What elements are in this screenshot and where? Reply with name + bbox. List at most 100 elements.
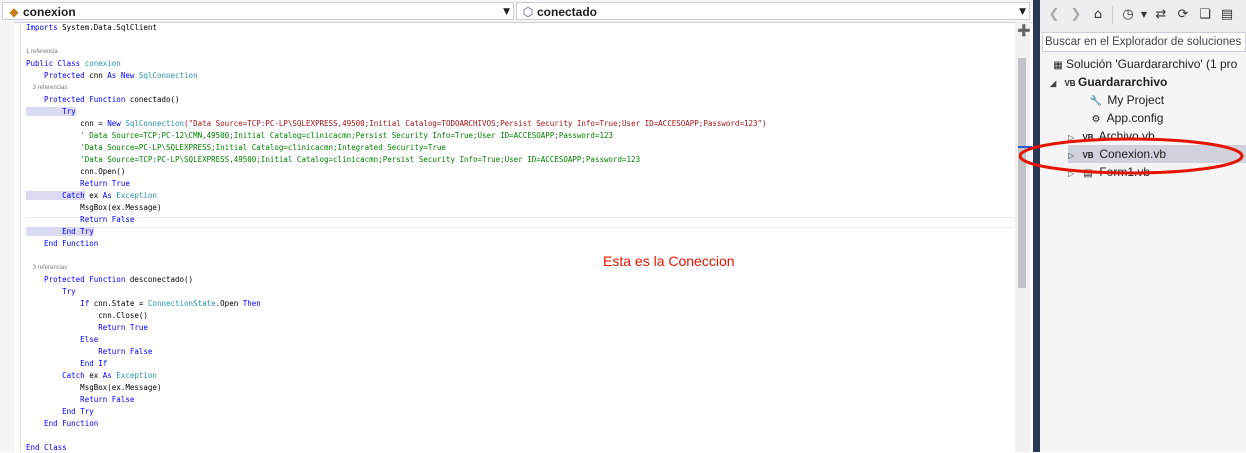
code-line: Public Class conexion <box>26 59 121 69</box>
code-token: ex <box>89 191 99 200</box>
code-line: Try <box>26 107 76 117</box>
code-token: Exception <box>116 191 157 200</box>
tree-node-project[interactable]: ◢ VB Guardararchivo <box>1050 73 1246 91</box>
home-icon[interactable]: ⌂ <box>1090 6 1106 24</box>
code-token: Protected Function <box>26 275 126 284</box>
forward-icon[interactable]: ❯ <box>1068 6 1084 24</box>
collapsed-arrow-icon[interactable]: ▷ <box>1068 165 1080 183</box>
code-token: End If <box>26 359 108 368</box>
method-dropdown[interactable]: ⬡ conectado ▼ <box>516 2 1030 20</box>
code-token: New <box>107 119 121 128</box>
code-line: Protected cnn As New SqlConnection <box>26 71 198 81</box>
code-token: End Function <box>26 419 99 428</box>
code-line: Return False <box>26 347 152 357</box>
vb-project-icon: VB <box>1064 79 1076 88</box>
code-token: End Try <box>26 227 94 236</box>
code-token: Return True <box>26 323 148 332</box>
code-token: conexion <box>84 59 121 68</box>
tree-node-solution[interactable]: ▦ Solución 'Guardararchivo' (1 pro <box>1050 55 1246 73</box>
code-token: Imports <box>26 23 58 32</box>
back-icon[interactable]: ❮ <box>1046 6 1062 24</box>
code-line: If cnn.State = ConnectionState.Open Then <box>26 299 261 309</box>
tree-node-conexion[interactable]: ▷ VB Conexion.vb <box>1068 145 1246 163</box>
code-line: Protected Function conectado() <box>26 95 179 105</box>
history-icon[interactable]: ◷ <box>1120 6 1136 24</box>
code-token: Return False <box>26 395 135 404</box>
navigation-bar: ◆ conexion ▼ ⬡ conectado ▼ <box>0 0 1033 23</box>
code-token: ConnectionState <box>147 299 216 308</box>
panel-divider[interactable] <box>1033 0 1040 452</box>
code-token: Try <box>26 107 76 116</box>
show-all-files-icon[interactable]: ▤ <box>1219 6 1235 24</box>
expanded-arrow-icon[interactable]: ◢ <box>1050 75 1062 93</box>
code-token: Return True <box>26 179 130 188</box>
code-line: Return True <box>26 323 148 333</box>
code-line: Return False <box>26 395 134 405</box>
code-token: Return False <box>26 347 153 356</box>
refresh-icon[interactable]: ⟳ <box>1175 6 1191 24</box>
code-token: System.Data.SqlClient <box>62 23 157 32</box>
method-icon: ⬡ <box>522 5 534 19</box>
code-token: cnn.Open() <box>26 167 126 176</box>
code-line: MsgBox(ex.Message) <box>26 383 161 393</box>
code-token: MsgBox(ex.Message) <box>26 383 162 392</box>
code-token: As <box>102 371 112 380</box>
code-line: End Function <box>26 239 98 249</box>
chevron-down-icon: ▼ <box>503 7 510 17</box>
code-token: End Try <box>26 407 94 416</box>
code-token: ex <box>89 371 99 380</box>
sync-icon[interactable]: ⇄ <box>1153 6 1169 24</box>
solution-search-input[interactable]: Buscar en el Explorador de soluciones <box>1042 32 1246 52</box>
code-line: Return True <box>26 179 130 189</box>
code-token: cnn = <box>26 119 108 128</box>
scrollbar-thumb[interactable] <box>1018 58 1026 288</box>
code-token: Try <box>26 287 76 296</box>
code-token: Return False <box>26 215 135 224</box>
code-line: Else <box>26 335 98 345</box>
code-line: End Try <box>26 407 94 417</box>
chevron-down-icon: ▼ <box>1019 7 1026 17</box>
code-line: ' Data Source=TCP:PC-12\CMN,49500;Initia… <box>26 131 613 141</box>
code-token: As <box>102 191 112 200</box>
code-line: End Function <box>26 419 98 429</box>
codelens-references: 3 referencias <box>26 85 68 91</box>
code-token: Protected Function <box>26 95 126 104</box>
code-line: cnn = New SqlConnection("Data Source=TCP… <box>26 119 767 129</box>
code-token: Protected <box>26 71 85 80</box>
tree-node-my-project[interactable]: 🔧 My Project <box>1088 91 1246 109</box>
code-token: cnn <box>89 71 103 80</box>
codelens-references: 3 referencias <box>26 265 68 271</box>
class-dropdown-label: conexion <box>23 5 76 19</box>
split-window-icon[interactable]: ➕ <box>1017 24 1031 38</box>
code-line: Imports System.Data.SqlClient <box>26 23 157 33</box>
code-line: Catch ex As Exception <box>26 371 157 381</box>
tree-node-archivo[interactable]: ▷ VB Archivo.vb <box>1068 127 1246 145</box>
code-token: ("Data Source=TCP:PC-LP\SQLEXPRESS,49500… <box>184 119 767 128</box>
annotation-text: Esta es la Coneccion <box>603 253 735 269</box>
current-line-highlight <box>24 217 1014 228</box>
code-token: cnn.Close() <box>26 311 148 320</box>
code-token: Else <box>26 335 99 344</box>
code-token: Exception <box>116 371 157 380</box>
code-token: MsgBox(ex.Message) <box>26 203 162 212</box>
code-line: Protected Function desconectado() <box>26 275 193 285</box>
collapse-all-icon[interactable]: ❏ <box>1197 6 1213 24</box>
code-token: SqlConnection <box>138 71 198 80</box>
chevron-down-icon[interactable]: ▼ <box>1136 6 1152 24</box>
code-line: cnn.Open() <box>26 167 125 177</box>
code-token: 'Data Source=TCP:PC-LP\SQLEXPRESS,49500;… <box>26 155 641 164</box>
code-line: cnn.Close() <box>26 311 148 321</box>
code-token: Catch <box>26 191 85 200</box>
method-dropdown-label: conectado <box>537 5 598 19</box>
tree-node-app-config[interactable]: ⚙ App.config <box>1088 109 1246 127</box>
solution-explorer-toolbar: ❮ ❯ ⌂ ◷ ▼ ⇄ ⟳ ❏ ▤ <box>1040 0 1246 32</box>
toolbar-separator <box>1112 6 1113 24</box>
code-editor: ◆ conexion ▼ ⬡ conectado ▼ Imports Syste… <box>0 0 1033 452</box>
code-token: SqlConnection <box>125 119 185 128</box>
tree-node-form1[interactable]: ▷ ▤ Form1.vb <box>1068 163 1246 181</box>
code-line: End Try <box>26 227 94 237</box>
class-dropdown[interactable]: ◆ conexion ▼ <box>2 2 514 20</box>
editor-gutter <box>0 22 14 452</box>
code-token: End Class <box>26 443 67 452</box>
code-line: 'Data Source=PC-LP\SQLEXPRESS;Initial Ca… <box>26 143 446 153</box>
